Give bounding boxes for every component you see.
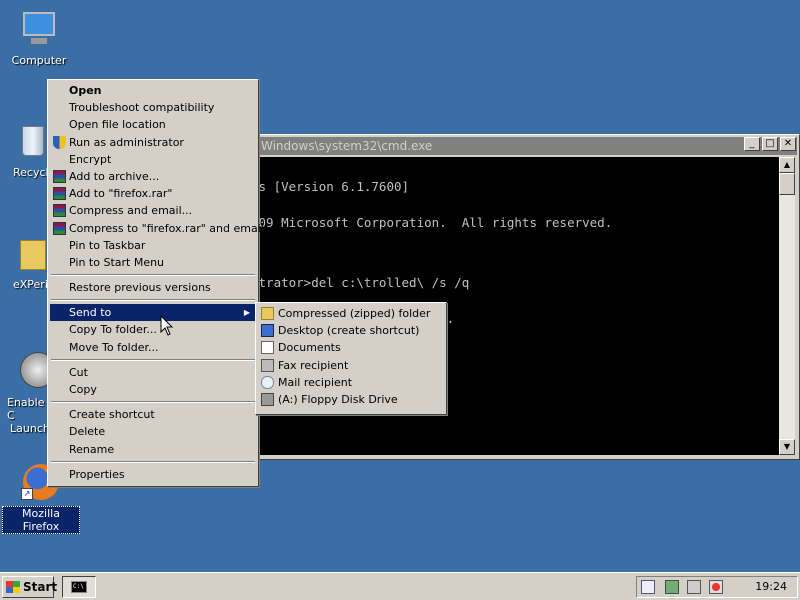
- maximize-button[interactable]: □: [762, 137, 778, 151]
- tray-volume-muted-icon[interactable]: [709, 580, 723, 594]
- firefox-label: Mozilla Firefox: [2, 506, 80, 534]
- menu-item-troubleshoot[interactable]: Troubleshoot compatibility: [50, 99, 256, 116]
- send-to-submenu: Compressed (zipped) folder Desktop (crea…: [255, 302, 447, 415]
- submenu-arrow-icon: ▶: [243, 308, 250, 318]
- menu-item-add-to-archive[interactable]: Add to archive...: [50, 168, 256, 185]
- fax-icon: [261, 358, 274, 372]
- menu-item-rename[interactable]: Rename: [50, 441, 256, 458]
- cmd-taskbar-button[interactable]: C:\: [62, 576, 96, 598]
- winrar-icon: [53, 204, 66, 218]
- menu-separator: [50, 458, 256, 466]
- experience-desktop-icon[interactable]: eXPerie: [0, 234, 55, 291]
- send-to-zip[interactable]: Compressed (zipped) folder: [258, 305, 444, 322]
- context-menu: Open Troubleshoot compatibility Open fil…: [47, 79, 264, 487]
- send-to-floppy[interactable]: (A:) Floppy Disk Drive: [258, 391, 444, 408]
- folder-icon: [20, 234, 46, 274]
- menu-item-open[interactable]: Open: [50, 82, 256, 99]
- menu-item-send-to[interactable]: Send to ▶: [50, 304, 256, 322]
- menu-item-compress-email[interactable]: Compress and email...: [50, 202, 256, 219]
- taskbar: Start C:\ 19:24: [0, 572, 800, 600]
- menu-item-run-as-admin[interactable]: Run as administrator: [50, 134, 256, 151]
- minimize-button[interactable]: _: [744, 137, 760, 151]
- scroll-up-button[interactable]: ▲: [779, 157, 795, 173]
- enable-launcher-label-1: Enable C: [7, 396, 45, 422]
- tray-device-icon[interactable]: [641, 580, 655, 594]
- computer-label: Computer: [11, 54, 67, 67]
- mail-icon: [261, 375, 274, 389]
- menu-item-pin-start[interactable]: Pin to Start Menu: [50, 254, 256, 271]
- menu-item-copy[interactable]: Copy: [50, 381, 256, 398]
- zip-folder-icon: [261, 307, 274, 320]
- recycle-bin-icon: [20, 122, 46, 162]
- cmd-icon: C:\: [71, 581, 87, 593]
- console-line: ws [Version 6.1.7600]: [251, 179, 410, 194]
- window-controls: _ □ ✕: [744, 137, 796, 151]
- computer-icon: [19, 10, 59, 50]
- start-button[interactable]: Start: [2, 576, 57, 598]
- enable-launcher-label-2: Launch: [10, 422, 50, 435]
- tray-network-icon[interactable]: [665, 580, 679, 594]
- scroll-down-button[interactable]: ▼: [779, 439, 795, 455]
- console-line: strator>del c:\trolled\ /s /q: [251, 275, 470, 290]
- winrar-icon: [53, 187, 66, 201]
- vertical-scrollbar[interactable]: ▲ ▼: [779, 157, 795, 455]
- menu-item-open-location[interactable]: Open file location: [50, 116, 256, 133]
- desktop-icon: [261, 324, 274, 338]
- menu-separator: [50, 356, 256, 364]
- menu-item-delete[interactable]: Delete: [50, 423, 256, 440]
- cmd-title: Windows\system32\cmd.exe: [261, 139, 433, 153]
- menu-separator: [50, 296, 256, 304]
- shield-icon: [53, 135, 66, 149]
- menu-item-copy-to-folder[interactable]: Copy To folder...: [50, 321, 256, 338]
- computer-desktop-icon[interactable]: Computer: [0, 10, 78, 67]
- menu-item-compress-rar-email[interactable]: Compress to "firefox.rar" and email: [50, 220, 264, 237]
- enable-launcher-desktop-icon[interactable]: Enable C Launch: [0, 350, 56, 435]
- send-to-desktop[interactable]: Desktop (create shortcut): [258, 322, 444, 339]
- send-to-documents[interactable]: Documents: [258, 339, 444, 356]
- menu-item-restore-versions[interactable]: Restore previous versions: [50, 279, 256, 296]
- menu-item-properties[interactable]: Properties: [50, 466, 256, 483]
- tray-monitor-icon[interactable]: [687, 580, 701, 594]
- system-tray: 19:24: [636, 576, 798, 598]
- console-line: 009 Microsoft Corporation. All rights re…: [251, 215, 613, 230]
- clock[interactable]: 19:24: [755, 577, 787, 597]
- recycle-bin-desktop-icon[interactable]: Recycle: [0, 122, 55, 179]
- menu-separator: [50, 271, 256, 279]
- documents-icon: [261, 341, 274, 355]
- winrar-icon: [53, 169, 66, 183]
- send-to-fax[interactable]: Fax recipient: [258, 357, 444, 374]
- menu-item-cut[interactable]: Cut: [50, 364, 256, 381]
- menu-item-create-shortcut[interactable]: Create shortcut: [50, 406, 256, 423]
- menu-item-move-to-folder[interactable]: Move To folder...: [50, 339, 256, 356]
- send-to-mail[interactable]: Mail recipient: [258, 374, 444, 391]
- menu-item-add-to-rar[interactable]: Add to "firefox.rar": [50, 185, 256, 202]
- cmd-title-bar[interactable]: Windows\system32\cmd.exe: [245, 137, 797, 155]
- mouse-cursor-icon: [160, 315, 174, 336]
- scroll-thumb[interactable]: [779, 173, 795, 195]
- desktop[interactable]: Computer Recycle eXPerie Enable C Launch…: [0, 0, 800, 572]
- windows-logo-icon: [6, 581, 20, 593]
- winrar-icon: [53, 221, 66, 235]
- floppy-icon: [261, 392, 274, 406]
- close-button[interactable]: ✕: [780, 137, 796, 151]
- menu-item-encrypt[interactable]: Encrypt: [50, 151, 256, 168]
- menu-item-pin-taskbar[interactable]: Pin to Taskbar: [50, 237, 256, 254]
- menu-separator: [50, 398, 256, 406]
